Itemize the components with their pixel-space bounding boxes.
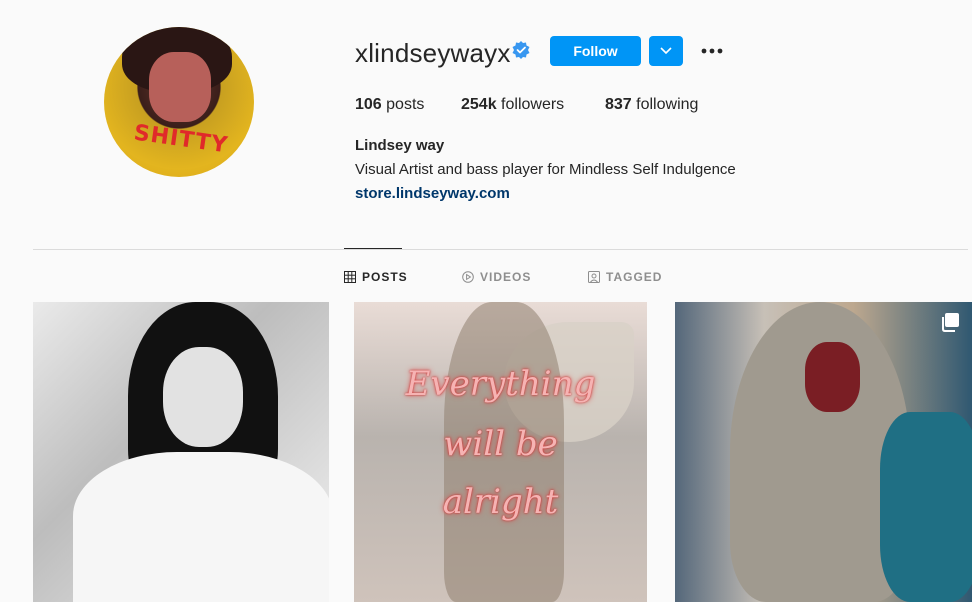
post-photo-face bbox=[163, 347, 243, 447]
avatar-face bbox=[149, 52, 211, 122]
following-count[interactable]: 837 following bbox=[605, 96, 698, 114]
post-photo-body bbox=[73, 452, 329, 602]
profile-bio: Visual Artist and bass player for Mindle… bbox=[355, 161, 736, 178]
verified-badge-icon bbox=[512, 41, 530, 59]
options-button[interactable] bbox=[698, 40, 726, 62]
posts-count: 106 posts bbox=[355, 96, 424, 114]
tab-videos-label: VIDEOS bbox=[480, 270, 532, 284]
profile-avatar[interactable]: SHITTY bbox=[104, 27, 254, 177]
profile-website-link[interactable]: store.lindseyway.com bbox=[355, 185, 510, 202]
post-photo-cat-mouth bbox=[805, 342, 860, 412]
following-count-label: following bbox=[636, 96, 699, 113]
post-thumbnail[interactable] bbox=[33, 302, 329, 602]
posts-count-label: posts bbox=[386, 96, 425, 113]
neon-text-line: Everything bbox=[405, 364, 596, 404]
posts-count-value: 106 bbox=[355, 96, 382, 113]
profile-username: xlindseywayx bbox=[355, 38, 511, 68]
followers-count-value: 254k bbox=[461, 96, 497, 113]
tab-videos[interactable]: VIDEOS bbox=[462, 270, 531, 284]
tab-posts-label: POSTS bbox=[362, 270, 408, 284]
post-photo-pillow bbox=[880, 412, 972, 602]
following-count-value: 837 bbox=[605, 96, 632, 113]
tab-tagged[interactable]: TAGGED bbox=[588, 270, 662, 284]
post-thumbnail[interactable] bbox=[675, 302, 972, 602]
multiple-posts-icon bbox=[942, 313, 959, 332]
followers-count[interactable]: 254k followers bbox=[461, 96, 564, 114]
more-options-icon bbox=[701, 48, 723, 54]
follow-button[interactable]: Follow bbox=[550, 36, 641, 66]
neon-text-line: will be bbox=[443, 424, 558, 464]
play-icon bbox=[462, 271, 474, 283]
tabs-divider bbox=[33, 249, 968, 250]
tab-posts[interactable]: POSTS bbox=[344, 270, 408, 284]
grid-icon bbox=[344, 271, 356, 283]
tag-icon bbox=[588, 271, 600, 283]
followers-count-label: followers bbox=[501, 96, 565, 113]
post-thumbnail[interactable]: Everything will be alright bbox=[354, 302, 647, 602]
chevron-down-icon bbox=[660, 47, 672, 55]
profile-full-name: Lindsey way bbox=[355, 137, 445, 154]
suggested-accounts-button[interactable] bbox=[649, 36, 683, 66]
neon-text-line: alright bbox=[442, 482, 559, 522]
tab-tagged-label: TAGGED bbox=[606, 270, 663, 284]
active-tab-indicator bbox=[344, 248, 402, 249]
avatar-shirt-text: SHITTY bbox=[132, 120, 230, 159]
